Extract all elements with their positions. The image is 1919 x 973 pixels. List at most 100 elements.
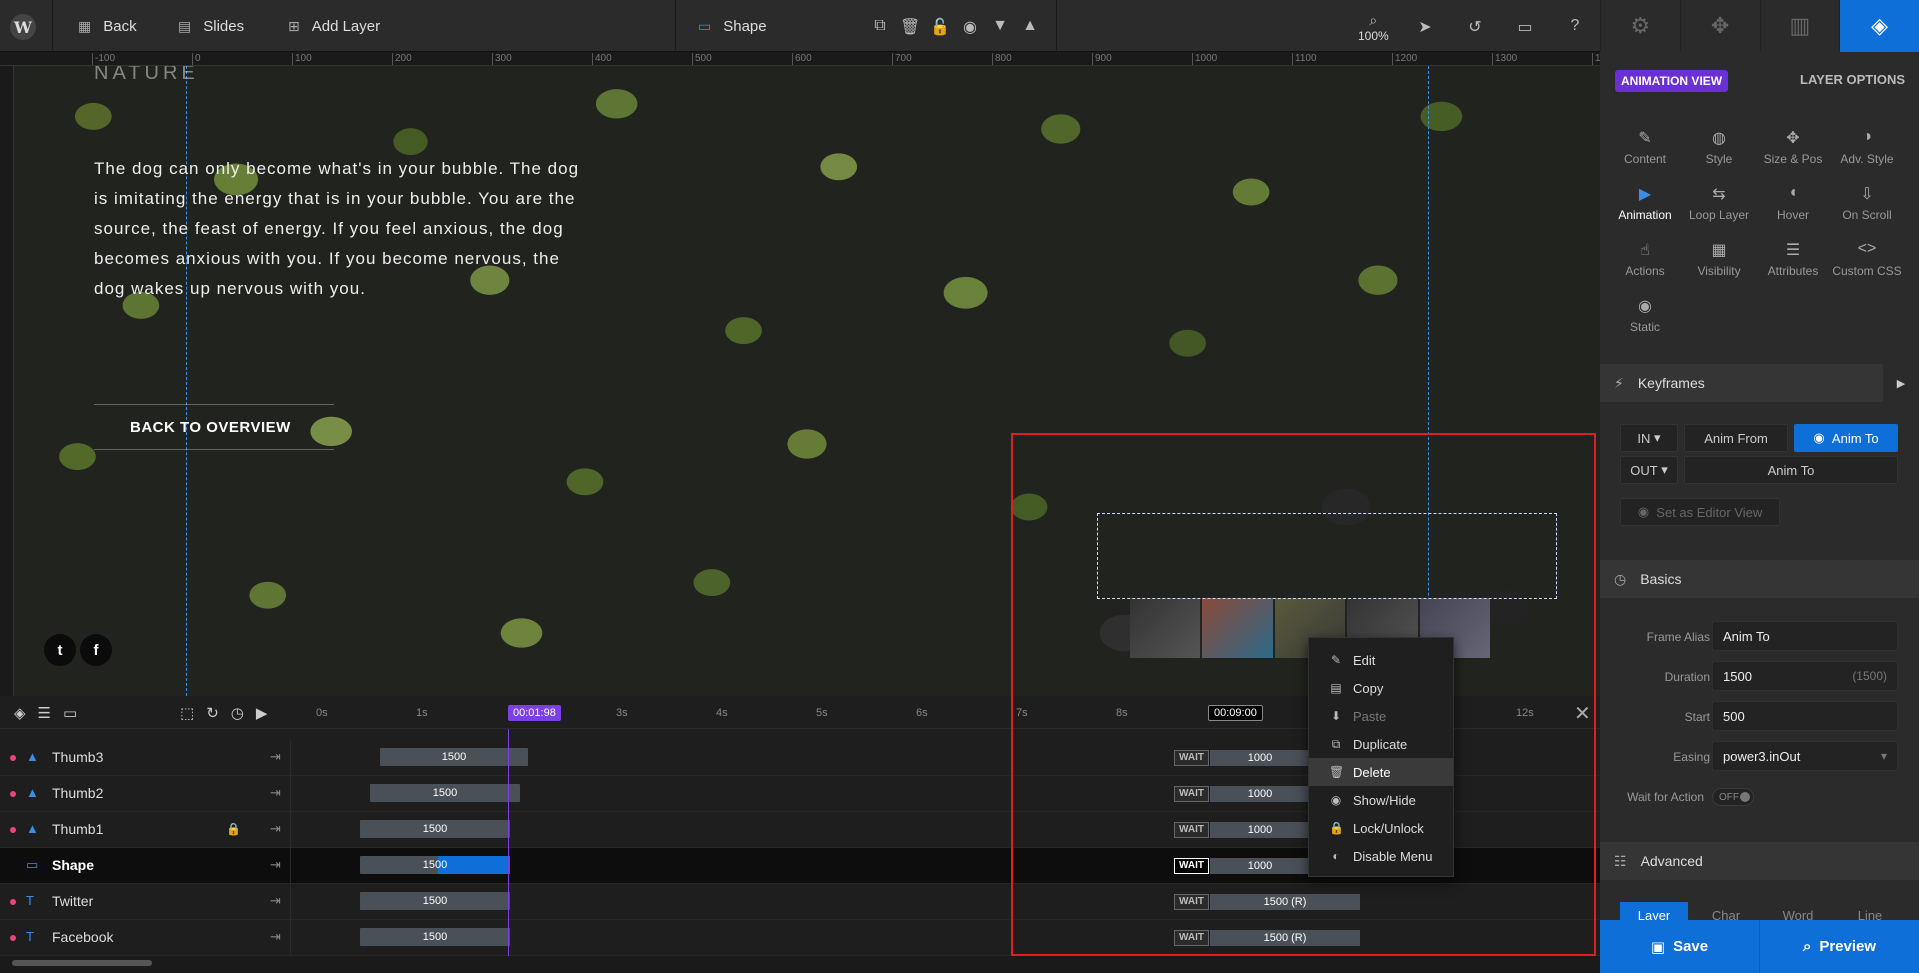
add-layer-button[interactable]: ⊞ Add Layer <box>288 0 380 52</box>
wait-badge[interactable]: WAIT <box>1174 822 1209 838</box>
option-tab-attributes[interactable]: ☰ Attributes <box>1756 240 1830 278</box>
collapse-arrow-icon[interactable]: ⇥ <box>270 929 281 945</box>
lock-layer-icon[interactable]: 🔓 <box>930 17 950 37</box>
in-animation-bar[interactable]: 1500 <box>380 748 528 766</box>
collapse-arrow-icon[interactable]: ⇥ <box>270 785 281 801</box>
slide-tab-icon[interactable]: ▥ <box>1759 0 1840 52</box>
collapse-arrow-icon[interactable]: ⇥ <box>270 893 281 909</box>
layers-tab-icon[interactable]: ◈ <box>1839 0 1919 52</box>
zoom-control[interactable]: ⌕ 100% <box>1358 12 1389 43</box>
option-tab-on-scroll[interactable]: ⇩ On Scroll <box>1830 184 1904 222</box>
out-animation-bar[interactable]: 1000 <box>1210 822 1310 838</box>
collapse-arrow-icon[interactable]: ⇥ <box>270 749 281 765</box>
help-icon[interactable]: ? <box>1565 17 1585 35</box>
pointer-icon[interactable]: ➤ <box>1415 17 1435 37</box>
timeline-row-facebook[interactable]: T Facebook ⇥ 1500 WAIT 1500 (R) <box>0 920 1600 956</box>
folder-icon[interactable]: ▭ <box>63 704 77 722</box>
advanced-section-header[interactable]: ☷ Advanced <box>1600 842 1919 880</box>
undo-icon[interactable]: ↺ <box>1465 17 1485 37</box>
list-icon[interactable]: ☰ <box>38 704 51 722</box>
layer-name[interactable]: Thumb3 <box>52 749 103 765</box>
wait-badge[interactable]: WAIT <box>1174 930 1209 946</box>
option-tab-hover[interactable]: ◖ Hover <box>1756 184 1830 222</box>
context-menu-item-paste[interactable]: ⬇ Paste <box>1309 702 1453 730</box>
layers-icon[interactable]: ◈ <box>14 704 26 722</box>
wait-badge[interactable]: WAIT <box>1174 786 1209 802</box>
context-menu-item-lock-unlock[interactable]: 🔒 Lock/Unlock <box>1309 814 1453 842</box>
wait-for-action-toggle[interactable]: OFF <box>1712 788 1754 806</box>
move-down-icon[interactable]: ▼ <box>990 17 1010 35</box>
option-tab-static[interactable]: ◉ Static <box>1608 296 1682 334</box>
layer-name[interactable]: Shape <box>52 857 94 873</box>
option-tab-adv-style[interactable]: ◑ Adv. Style <box>1830 128 1904 166</box>
scrollbar-thumb[interactable] <box>12 960 152 966</box>
back-to-overview-button[interactable]: BACK TO OVERVIEW <box>94 404 334 450</box>
option-tab-loop-layer[interactable]: ⇆ Loop Layer <box>1682 184 1756 222</box>
option-tab-visibility[interactable]: ▦ Visibility <box>1682 240 1756 278</box>
start-input[interactable]: 500 <box>1712 701 1898 731</box>
layer-name[interactable]: Thumb1 <box>52 821 103 837</box>
play-icon[interactable]: ▶ <box>256 704 268 722</box>
in-animation-bar[interactable]: 1500 <box>360 856 510 874</box>
slides-button[interactable]: ▤ Slides <box>178 0 244 52</box>
thumbnail[interactable] <box>1202 598 1273 658</box>
collapse-arrow-icon[interactable]: ⇥ <box>270 857 281 873</box>
snap-icon[interactable]: ⬚ <box>180 704 194 722</box>
play-keyframes-icon[interactable]: ▶ <box>1883 364 1919 402</box>
out-animation-bar[interactable]: 1000 <box>1210 858 1310 874</box>
nature-heading[interactable]: NATURE <box>94 66 199 85</box>
in-animation-bar[interactable]: 1500 <box>360 820 510 838</box>
twitter-icon[interactable]: t <box>44 634 76 666</box>
context-menu-item-copy[interactable]: ▤ Copy <box>1309 674 1453 702</box>
anim-from-button[interactable]: Anim From <box>1684 424 1788 452</box>
timer-icon[interactable]: ◷ <box>231 704 244 722</box>
end-time-marker[interactable]: 00:09:00 <box>1208 705 1263 721</box>
current-time-marker[interactable]: 00:01:98 <box>508 705 561 721</box>
canvas-paragraph[interactable]: The dog can only become what's in your b… <box>94 154 594 304</box>
option-tab-size-pos[interactable]: ✥ Size & Pos <box>1756 128 1830 166</box>
basics-section-header[interactable]: ◷ Basics <box>1600 560 1919 598</box>
easing-select[interactable]: power3.inOut ▾ <box>1712 741 1898 771</box>
facebook-icon[interactable]: f <box>80 634 112 666</box>
delete-layer-icon[interactable]: 🗑 <box>900 17 920 37</box>
loop-icon[interactable]: ↻ <box>206 704 219 722</box>
wordpress-logo-icon[interactable]: W <box>10 14 36 40</box>
anim-to-button[interactable]: ◉ Anim To <box>1794 424 1898 452</box>
duplicate-layer-icon[interactable]: ⧉ <box>870 17 890 35</box>
out-animation-bar[interactable]: 1000 <box>1210 786 1310 802</box>
wait-badge[interactable]: WAIT <box>1174 750 1209 766</box>
preview-button[interactable]: ⌕ Preview <box>1759 920 1919 973</box>
context-menu-item-delete[interactable]: 🗑 Delete <box>1309 758 1453 786</box>
settings-tab-gear-icon[interactable]: ⚙ <box>1600 0 1680 52</box>
wait-badge[interactable]: WAIT <box>1174 858 1209 874</box>
desktop-device-icon[interactable]: ▭ <box>1515 17 1535 37</box>
move-up-icon[interactable]: ▲ <box>1020 17 1040 35</box>
selected-shape-outline[interactable] <box>1097 513 1557 599</box>
option-tab-content[interactable]: ✎ Content <box>1608 128 1682 166</box>
context-menu-item-duplicate[interactable]: ⧉ Duplicate <box>1309 730 1453 758</box>
duration-input[interactable]: 1500 (1500) <box>1712 661 1898 691</box>
wait-badge[interactable]: WAIT <box>1174 894 1209 910</box>
option-tab-style[interactable]: ◍ Style <box>1682 128 1756 166</box>
in-dropdown[interactable]: IN ▾ <box>1620 424 1678 452</box>
frame-alias-input[interactable]: Anim To <box>1712 621 1898 651</box>
in-animation-bar[interactable]: 1500 <box>360 928 510 946</box>
lock-icon[interactable]: 🔒 <box>226 822 241 836</box>
timeline-scrollbar[interactable] <box>0 956 1600 973</box>
navigation-tab-icon[interactable]: ✥ <box>1679 0 1760 52</box>
thumbnail[interactable] <box>1130 598 1201 658</box>
context-menu-item-disable-menu[interactable]: ◐ Disable Menu <box>1309 842 1453 870</box>
context-menu-item-show-hide[interactable]: ◉ Show/Hide <box>1309 786 1453 814</box>
save-button[interactable]: ▣ Save <box>1600 920 1759 973</box>
close-timeline-icon[interactable]: ✕ <box>1574 701 1591 726</box>
visibility-layer-icon[interactable]: ◉ <box>960 17 980 37</box>
out-animation-bar[interactable]: 1500 (R) <box>1210 930 1360 946</box>
back-button[interactable]: ▦ Back <box>78 0 137 52</box>
layer-name[interactable]: Thumb2 <box>52 785 103 801</box>
out-dropdown[interactable]: OUT ▾ <box>1620 456 1678 484</box>
in-animation-bar[interactable]: 1500 <box>370 784 520 802</box>
timeline-row-twitter[interactable]: T Twitter ⇥ 1500 WAIT 1500 (R) <box>0 884 1600 920</box>
set-editor-view-button[interactable]: ◉ Set as Editor View <box>1620 498 1780 526</box>
playhead-line[interactable] <box>508 729 509 957</box>
option-tab-custom-css[interactable]: <> Custom CSS <box>1830 240 1904 278</box>
